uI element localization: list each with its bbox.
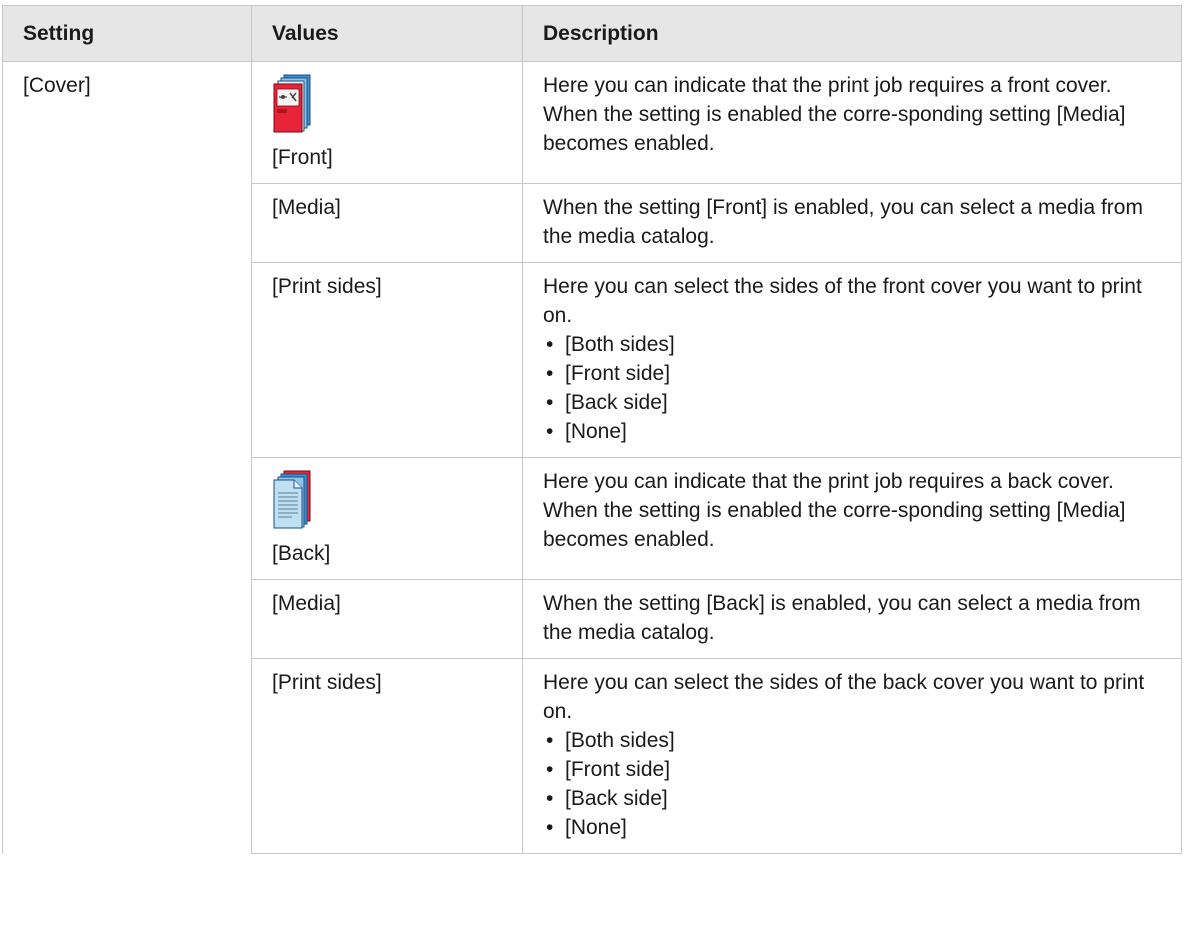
description-cell: Here you can select the sides of the fro… (522, 262, 1182, 458)
list-item: [Front side] (543, 755, 1169, 784)
table-header-row: Setting Values Description (2, 5, 1182, 62)
options-list: [Both sides] [Front side] [Back side] [N… (543, 330, 1169, 446)
list-item: [Back side] (543, 784, 1169, 813)
header-values: Values (251, 5, 523, 62)
value-label: [Media] (272, 196, 341, 219)
description-cell: Here you can indicate that the print job… (522, 61, 1182, 184)
back-cover-icon (272, 469, 314, 533)
setting-label: [Cover] (23, 74, 91, 97)
value-cell: [Print sides] (251, 658, 523, 854)
description-cell: Here you can indicate that the print job… (522, 457, 1182, 580)
value-label: [Print sides] (272, 671, 382, 694)
value-cell: [Media] (251, 579, 523, 659)
description-cell: When the setting [Front] is enabled, you… (522, 183, 1182, 263)
list-item: [None] (543, 417, 1169, 446)
description-text: Here you can select the sides of the bac… (543, 671, 1145, 723)
list-item: [Back side] (543, 388, 1169, 417)
description-cell: When the setting [Back] is enabled, you … (522, 579, 1182, 659)
value-label: [Front] (272, 146, 333, 169)
value-label: [Media] (272, 592, 341, 615)
table-row: [Cover] [Front] Here you can indicate th… (2, 61, 1182, 854)
description-text: When the setting [Front] is enabled, you… (543, 196, 1143, 248)
value-cell: [Back] (251, 457, 523, 580)
value-cell: [Print sides] (251, 262, 523, 458)
value-cell: [Media] (251, 183, 523, 263)
list-item: [None] (543, 813, 1169, 842)
value-cell: [Front] (251, 61, 523, 184)
list-item: [Both sides] (543, 726, 1169, 755)
value-label: [Back] (272, 542, 331, 565)
description-text: When the setting [Back] is enabled, you … (543, 592, 1141, 644)
description-cell: Here you can select the sides of the bac… (522, 658, 1182, 854)
header-setting: Setting (2, 5, 252, 62)
value-label: [Print sides] (272, 275, 382, 298)
description-text: Here you can indicate that the print job… (543, 74, 1126, 155)
header-description: Description (522, 5, 1182, 62)
description-text: Here you can select the sides of the fro… (543, 275, 1142, 327)
front-cover-icon (272, 73, 314, 137)
options-list: [Both sides] [Front side] [Back side] [N… (543, 726, 1169, 842)
list-item: [Both sides] (543, 330, 1169, 359)
settings-table: Setting Values Description [Cover] [Fron… (2, 5, 1182, 854)
description-text: Here you can indicate that the print job… (543, 470, 1126, 551)
setting-cell-cover: [Cover] (2, 61, 252, 854)
list-item: [Front side] (543, 359, 1169, 388)
